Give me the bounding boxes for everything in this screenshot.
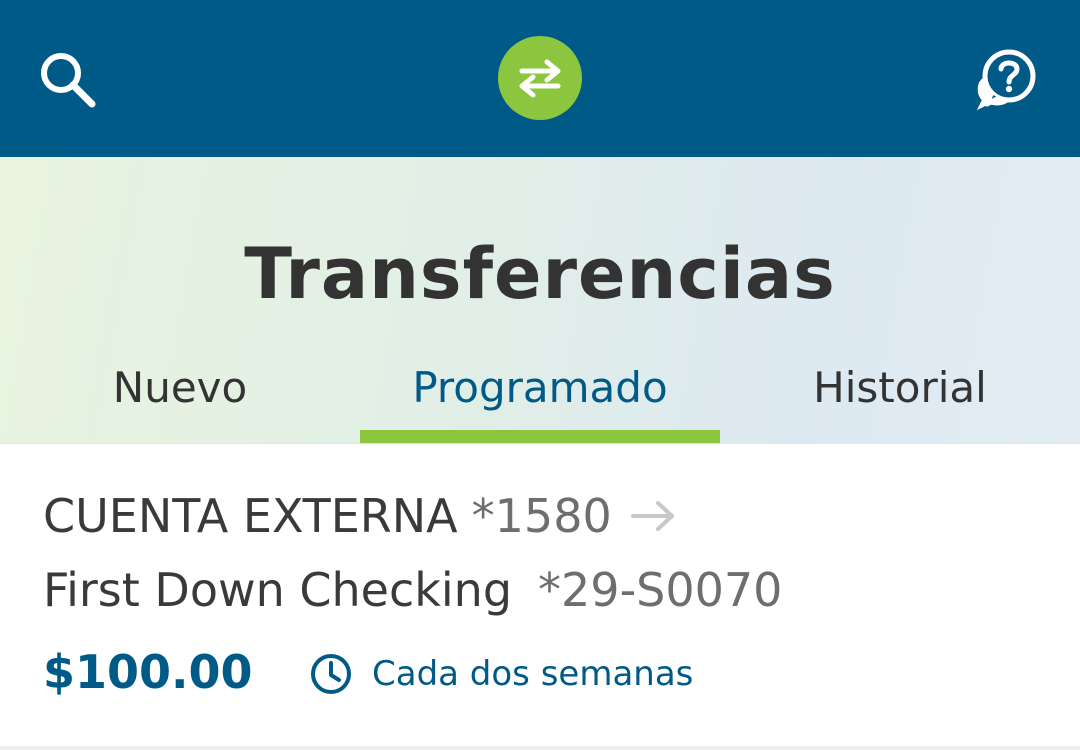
search-icon	[41, 53, 96, 108]
tab-historial[interactable]: Historial	[720, 353, 1080, 443]
page-title: Transferencias	[244, 233, 836, 315]
tab-nuevo[interactable]: Nuevo	[0, 353, 360, 443]
transfer-to-row: First Down Checking *29-S0070	[43, 560, 782, 620]
help-chat-icon	[976, 49, 1036, 111]
page-header: Transferencias Nuevo Programado Historia…	[0, 157, 1080, 443]
clock-icon	[311, 654, 351, 694]
transfer-from-row: CUENTA EXTERNA *1580	[43, 486, 678, 546]
transfer-arrows-icon	[519, 59, 561, 98]
top-app-bar	[0, 0, 1080, 157]
arrow-right-icon	[630, 498, 678, 534]
help-button[interactable]	[962, 38, 1046, 122]
scheduled-transfer-item[interactable]: CUENTA EXTERNA *1580 First Down Checking…	[0, 444, 1080, 748]
transfers-nav-button[interactable]	[498, 36, 582, 120]
from-account-number: *1580	[471, 489, 612, 543]
to-account-number: *29-S0070	[538, 563, 783, 617]
tab-programado[interactable]: Programado	[360, 353, 720, 443]
list-separator	[0, 746, 1080, 750]
search-button[interactable]	[28, 40, 108, 120]
tab-bar: Nuevo Programado Historial	[0, 353, 1080, 443]
transfer-frequency: Cada dos semanas	[310, 646, 693, 702]
frequency-label: Cada dos semanas	[372, 654, 694, 694]
from-account-name: CUENTA EXTERNA	[43, 489, 458, 543]
to-account-name: First Down Checking	[43, 563, 513, 617]
transfer-amount: $100.00	[43, 645, 253, 699]
